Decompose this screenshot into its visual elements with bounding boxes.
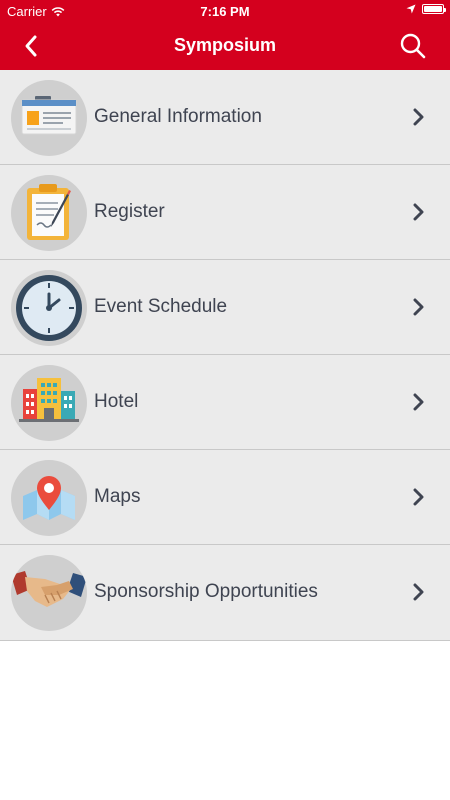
menu-item-label: Sponsorship Opportunities bbox=[94, 581, 318, 602]
menu-item-general-information[interactable]: General Information bbox=[0, 70, 450, 165]
menu-item-label: Event Schedule bbox=[94, 296, 228, 317]
menu-item-maps[interactable]: Maps bbox=[0, 450, 450, 545]
menu-item-label: Maps bbox=[94, 486, 141, 507]
search-button[interactable] bbox=[398, 31, 428, 61]
id-card-icon bbox=[21, 96, 77, 135]
status-right bbox=[406, 4, 446, 14]
menu-item-label: General Information bbox=[94, 106, 262, 127]
chevron-right-icon bbox=[413, 203, 424, 221]
hotel-icon bbox=[19, 378, 79, 422]
page-title: Symposium bbox=[173, 35, 277, 55]
status-bar: Carrier 7:16 PM bbox=[0, 0, 450, 22]
location-arrow-icon bbox=[406, 4, 416, 14]
search-icon bbox=[400, 33, 426, 59]
status-time: 7:16 PM bbox=[200, 4, 250, 19]
menu-item-icon-circle bbox=[11, 365, 87, 441]
menu-list: General Information Register Event Sched… bbox=[0, 70, 450, 641]
menu-item-icon-circle bbox=[11, 555, 87, 631]
menu-item-register[interactable]: Register bbox=[0, 165, 450, 260]
menu-item-icon-circle bbox=[11, 80, 87, 156]
map-pin-icon bbox=[23, 476, 75, 520]
menu-item-label: Register bbox=[94, 201, 165, 222]
menu-item-icon-circle bbox=[11, 460, 87, 536]
menu-item-sponsorship-opportunities[interactable]: Sponsorship Opportunities bbox=[0, 545, 450, 641]
menu-item-icon-circle bbox=[11, 175, 87, 251]
clipboard-icon bbox=[27, 184, 71, 240]
chevron-right-icon bbox=[413, 583, 424, 601]
handshake-icon bbox=[11, 571, 87, 607]
clock-icon bbox=[16, 275, 82, 341]
chevron-right-icon bbox=[413, 298, 424, 316]
menu-item-label: Hotel bbox=[94, 391, 139, 412]
top-bar: Carrier 7:16 PM Symposium bbox=[0, 0, 450, 70]
chevron-right-icon bbox=[413, 488, 424, 506]
battery-icon bbox=[422, 4, 446, 14]
menu-item-event-schedule[interactable]: Event Schedule bbox=[0, 260, 450, 355]
menu-item-hotel[interactable]: Hotel bbox=[0, 355, 450, 450]
navigation-bar: Symposium bbox=[0, 22, 450, 70]
chevron-right-icon bbox=[413, 108, 424, 126]
chevron-right-icon bbox=[413, 393, 424, 411]
menu-item-icon-circle bbox=[11, 270, 87, 346]
